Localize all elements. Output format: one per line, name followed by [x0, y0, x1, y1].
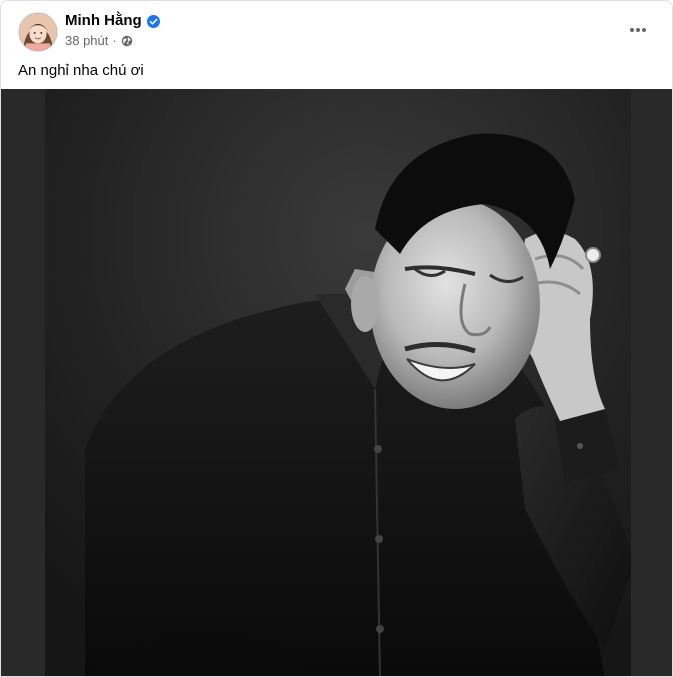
- post-caption: An nghỉ nha chú ơi: [18, 62, 144, 79]
- post-photo-container[interactable]: [1, 89, 672, 676]
- globe-icon[interactable]: [121, 35, 133, 47]
- meta-separator: ·: [112, 33, 117, 48]
- author-name[interactable]: Minh Hằng: [65, 12, 142, 30]
- post-photo[interactable]: [45, 89, 631, 676]
- feed-post: Minh Hằng 38 phút · An nghỉ nha chú ơi: [0, 0, 673, 677]
- author-avatar[interactable]: [18, 12, 58, 52]
- avatar-image-icon: [19, 13, 57, 51]
- more-options-button[interactable]: [624, 16, 652, 44]
- post-meta: 38 phút ·: [65, 33, 133, 48]
- post-timestamp[interactable]: 38 phút: [65, 33, 108, 48]
- verified-badge-icon: [146, 14, 160, 28]
- more-options-icon: [630, 28, 646, 32]
- portrait-photo: [45, 89, 631, 676]
- post-header: Minh Hằng 38 phút ·: [1, 1, 672, 57]
- author-name-row: Minh Hằng: [65, 12, 160, 30]
